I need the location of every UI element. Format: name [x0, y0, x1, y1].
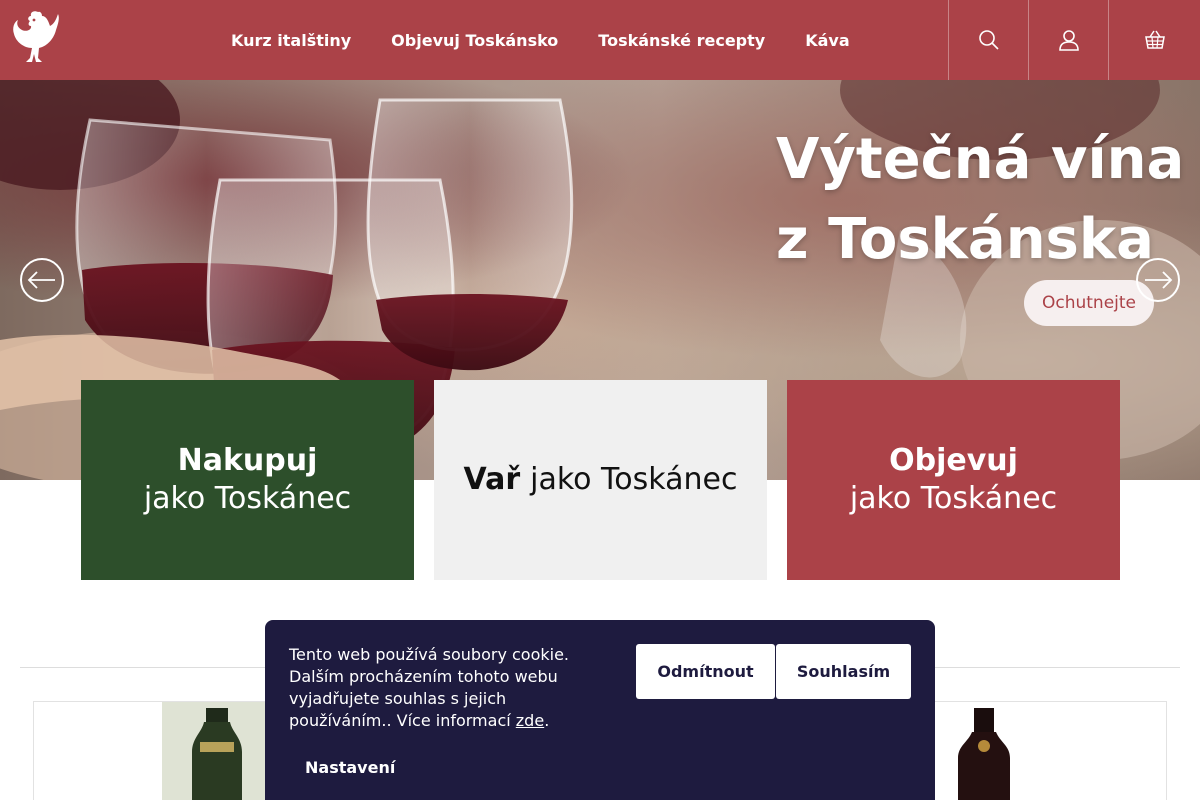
product-card[interactable]	[928, 701, 1167, 800]
tile-shop-bold: Nakupuj	[177, 443, 318, 478]
hero-title-line-2: z Toskánska	[776, 207, 1154, 272]
cookie-message: Tento web používá soubory cookie. Dalším…	[289, 644, 609, 732]
cookie-accept-button[interactable]: Souhlasím	[776, 644, 911, 699]
hero-title-line-1: Výtečná vína	[776, 127, 1185, 192]
tile-shop[interactable]: Nakupuj jako Toskánec	[81, 380, 414, 580]
product-image-wine	[928, 702, 1040, 800]
search-button[interactable]	[948, 0, 1028, 80]
arrow-right-icon	[1145, 271, 1173, 289]
nav-coffee-cookies[interactable]: Káva a sušenky	[805, 31, 853, 50]
account-button[interactable]	[1028, 0, 1108, 80]
tile-cook[interactable]: Vař jako Toskánec	[434, 380, 767, 580]
tile-shop-text: jako Toskánec	[143, 481, 352, 516]
rooster-logo[interactable]	[8, 8, 64, 72]
product-card[interactable]	[33, 701, 274, 800]
cookie-settings-button[interactable]: Nastavení	[305, 758, 395, 777]
search-icon	[978, 30, 999, 50]
product-image-olive-oil	[162, 702, 274, 800]
cookie-banner: Tento web používá soubory cookie. Dalším…	[265, 620, 935, 800]
tile-discover-text: jako Toskánec	[849, 481, 1058, 516]
user-icon	[1058, 30, 1079, 51]
tile-cook-bold: Vař	[463, 462, 521, 497]
main-nav: Kurz italštiny Objevuj Toskánsko Toskáns…	[231, 0, 853, 80]
slider-next-button[interactable]	[1136, 258, 1180, 302]
basket-icon	[1144, 30, 1165, 49]
slider-prev-button[interactable]	[20, 258, 64, 302]
arrow-left-icon	[27, 271, 55, 289]
cookie-decline-button[interactable]: Odmítnout	[636, 644, 775, 699]
tile-discover-bold: Objevuj	[889, 443, 1018, 478]
nav-tuscan-recipes[interactable]: Toskánské recepty	[598, 31, 765, 50]
cookie-text-suffix: .	[544, 711, 550, 730]
cookie-more-info-link[interactable]: zde	[516, 711, 544, 730]
site-header: Kurz italštiny Objevuj Toskánsko Toskáns…	[0, 0, 1200, 80]
tile-cook-text: jako Toskánec	[530, 462, 738, 497]
page: Kurz italštiny Objevuj Toskánsko Toskáns…	[0, 0, 1200, 800]
nav-discover-tuscany[interactable]: Objevuj Toskánsko	[391, 31, 558, 50]
hero-cta-button[interactable]: Ochutnejte	[1024, 280, 1154, 326]
tile-discover[interactable]: Objevuj jako Toskánec	[787, 380, 1120, 580]
nav-italian-course[interactable]: Kurz italštiny	[231, 31, 351, 50]
cart-button[interactable]	[1108, 0, 1200, 80]
hero-title: Výtečná vína z Toskánska	[776, 120, 1184, 280]
